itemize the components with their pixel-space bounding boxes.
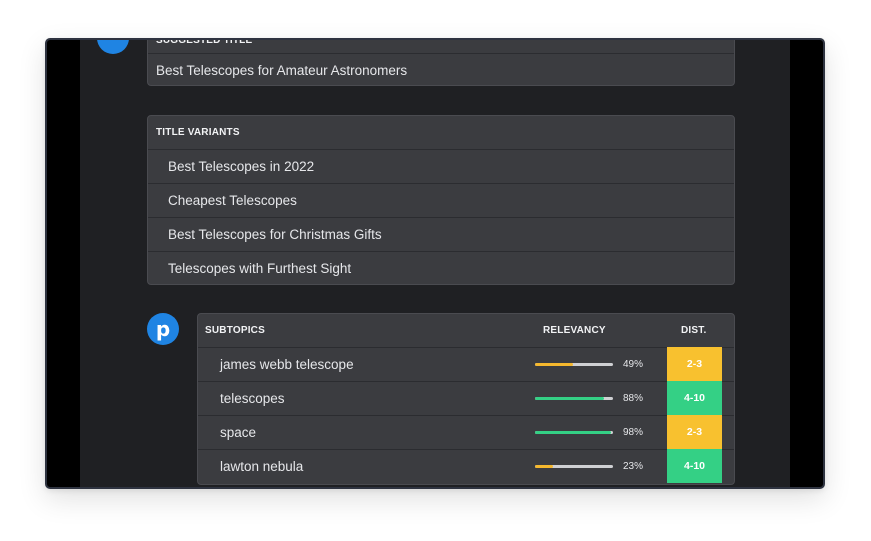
distance-badge: 2-3 bbox=[667, 347, 722, 381]
relevancy-percent: 98% bbox=[623, 427, 644, 438]
app-window: SUGGESTED TITLE Best Telescopes for Amat… bbox=[45, 38, 825, 489]
relevancy-percent: 23% bbox=[623, 461, 644, 472]
subtopic-label: james webb telescope bbox=[220, 357, 354, 372]
title-variant-item[interactable]: Telescopes with Furthest Sight bbox=[148, 251, 734, 284]
table-row[interactable]: space 98% 2-3 bbox=[198, 415, 734, 449]
title-variant-item[interactable]: Cheapest Telescopes bbox=[148, 183, 734, 217]
subtopics-table-header: SUBTOPICS RELEVANCY DIST. bbox=[198, 314, 734, 347]
subtopics-table: SUBTOPICS RELEVANCY DIST. james webb tel… bbox=[197, 313, 735, 485]
table-row[interactable]: james webb telescope 49% 2-3 bbox=[198, 347, 734, 381]
distance-badge: 4-10 bbox=[667, 381, 722, 415]
relevancy-bar-fill bbox=[535, 465, 553, 468]
subtopic-label: telescopes bbox=[220, 391, 285, 406]
subtopic-label: space bbox=[220, 425, 257, 440]
title-variants-header: TITLE VARIANTS bbox=[156, 127, 240, 138]
content-panel: SUGGESTED TITLE Best Telescopes for Amat… bbox=[80, 40, 790, 487]
table-row[interactable]: telescopes 88% 4-10 bbox=[198, 381, 734, 415]
relevancy-percent: 88% bbox=[623, 393, 644, 404]
suggested-title-value[interactable]: Best Telescopes for Amateur Astronomers bbox=[148, 53, 734, 85]
relevancy-bar bbox=[535, 363, 613, 366]
suggested-title-header: SUGGESTED TITLE bbox=[156, 38, 253, 46]
relevancy-bar bbox=[535, 397, 613, 400]
title-variant-item[interactable]: Best Telescopes for Christmas Gifts bbox=[148, 217, 734, 251]
relevancy-bar-fill bbox=[535, 431, 612, 434]
distance-badge: 4-10 bbox=[667, 449, 722, 483]
title-variant-item[interactable]: Best Telescopes in 2022 bbox=[148, 149, 734, 183]
title-variants-card: TITLE VARIANTS Best Telescopes in 2022 C… bbox=[147, 115, 735, 285]
relevancy-column-header: RELEVANCY bbox=[543, 325, 606, 336]
subtopics-column-header: SUBTOPICS bbox=[205, 325, 265, 336]
subtopic-label: lawton nebula bbox=[220, 459, 304, 474]
relevancy-bar bbox=[535, 465, 613, 468]
relevancy-bar bbox=[535, 431, 613, 434]
distance-column-header: DIST. bbox=[681, 325, 707, 336]
relevancy-percent: 49% bbox=[623, 359, 644, 370]
distance-badge: 2-3 bbox=[667, 415, 722, 449]
avatar: p bbox=[147, 313, 179, 345]
suggested-title-card: SUGGESTED TITLE Best Telescopes for Amat… bbox=[147, 38, 735, 86]
relevancy-bar-fill bbox=[535, 397, 604, 400]
table-row[interactable]: lawton nebula 23% 4-10 bbox=[198, 449, 734, 483]
relevancy-bar-fill bbox=[535, 363, 574, 366]
avatar-top bbox=[97, 40, 129, 54]
